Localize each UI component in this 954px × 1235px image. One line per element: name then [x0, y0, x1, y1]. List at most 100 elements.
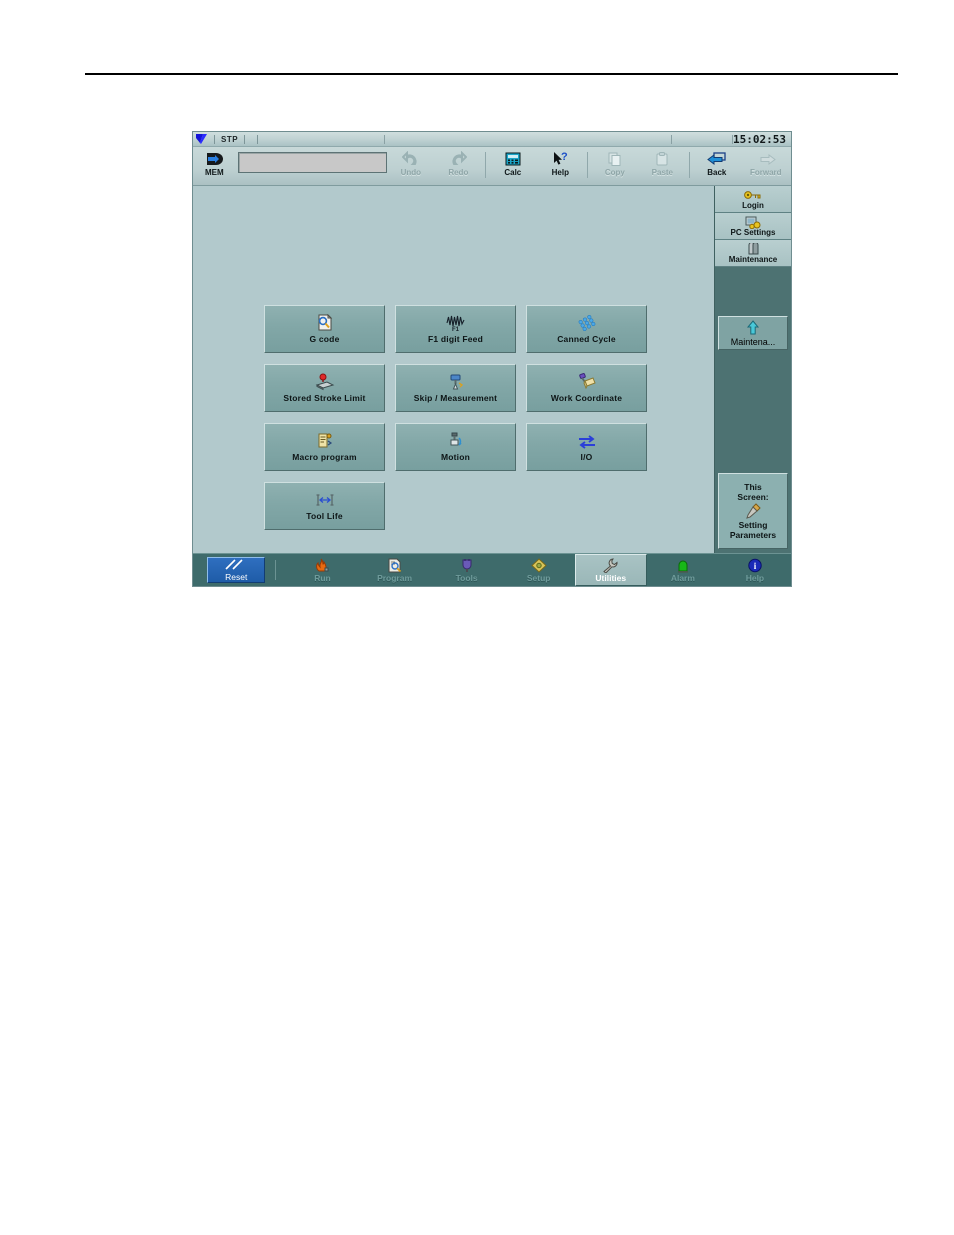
gcode-document-icon [316, 314, 334, 332]
toolbar: MEM Undo Redo Calc ? Help Copy Paste Bac… [193, 147, 791, 186]
toolbar-calc-button[interactable]: Calc [489, 148, 537, 182]
right-sidebar: Login PC Settings Maintenance Maintena..… [714, 186, 791, 553]
function-button-label: Tool Life [306, 511, 343, 521]
tab-help[interactable]: i Help [719, 554, 791, 586]
calculator-icon [504, 150, 522, 168]
work-coordinate-icon [576, 373, 598, 391]
sidebar-item-label: Maintenance [728, 254, 778, 264]
function-button-label: F1 digit Feed [427, 334, 484, 344]
tab-label: Utilities [595, 572, 627, 583]
function-button-motion[interactable]: Motion [395, 423, 516, 471]
function-button-tool-life[interactable]: Tool Life [264, 482, 385, 530]
sidebar-item-maintenance[interactable]: Maintenance [715, 240, 791, 267]
motion-icon [445, 432, 467, 450]
sidebar-spacer-top [715, 267, 791, 316]
io-arrows-icon [576, 432, 598, 450]
tab-label: Program [377, 572, 413, 583]
function-button-label: Work Coordinate [550, 393, 623, 403]
page-header-rule [85, 73, 898, 75]
function-button-label: Motion [440, 452, 471, 462]
tab-label: Tools [455, 572, 478, 583]
this-screen-panel: This Screen: Setting Parameters [718, 473, 788, 549]
toolbar-copy-button[interactable]: Copy [591, 148, 639, 182]
screwdriver-icon [745, 503, 761, 519]
status-divider-5 [671, 134, 673, 144]
sidebar-item-label: PC Settings [730, 227, 776, 237]
function-button-g-code[interactable]: G code [264, 305, 385, 353]
tab-alarm[interactable]: Alarm [647, 554, 719, 586]
copy-icon [606, 150, 624, 168]
sidebar-item-pc-settings[interactable]: PC Settings [715, 213, 791, 240]
help-pointer-icon: ? [551, 150, 569, 168]
undo-icon [401, 150, 420, 168]
toolbar-back-label: Back [707, 168, 727, 177]
status-bar: STP 15:02:53 [193, 132, 791, 147]
svg-text:?: ? [561, 151, 568, 163]
system-clock: 15:02:53 [733, 132, 786, 146]
toolbar-paste-button[interactable]: Paste [639, 148, 687, 182]
this-screen-value-line1: Setting [738, 520, 768, 530]
function-button-stored-stroke-limit[interactable]: Stored Stroke Limit [264, 364, 385, 412]
f1-waveform-icon: F1 [445, 314, 467, 332]
tab-utilities[interactable]: Utilities [574, 554, 647, 586]
bottom-tab-bar: Reset Run Program Tools Setup Utilities … [193, 553, 791, 586]
wrench-icon [602, 557, 619, 573]
function-button-work-coordinate[interactable]: Work Coordinate [526, 364, 647, 412]
function-button-label: I/O [580, 452, 593, 462]
checkmark-icon [196, 133, 208, 145]
status-divider-1 [214, 134, 215, 144]
redo-icon [449, 150, 468, 168]
back-arrow-icon [706, 150, 727, 168]
function-button-canned-cycle[interactable]: Canned Cycle [526, 305, 647, 353]
toolbar-forward-button[interactable]: Forward [741, 148, 791, 182]
sidebar-item-login[interactable]: Login [715, 186, 791, 213]
function-button-io[interactable]: I/O [526, 423, 647, 471]
sidebar-item-maintenance-sub[interactable]: Maintena... [718, 316, 788, 350]
cnc-control-screen: STP 15:02:53 MEM Undo Redo Calc ? Help C… [192, 131, 792, 587]
probe-measure-icon [446, 373, 466, 391]
function-button-label: Canned Cycle [557, 334, 616, 344]
mode-indicator-mem: MEM [193, 148, 236, 182]
function-button-f1-digit-feed[interactable]: F1 F1 digit Feed [395, 305, 516, 353]
tabbar-divider [275, 560, 277, 580]
toolbar-help-button[interactable]: ? Help [537, 148, 585, 182]
status-mode-text: STP [221, 134, 239, 144]
run-flame-icon [314, 558, 330, 573]
stroke-limit-icon [314, 373, 336, 391]
function-button-label: Stored Stroke Limit [283, 393, 366, 403]
help-info-icon: i [747, 558, 763, 573]
function-button-macro-program[interactable]: Macro program [264, 423, 385, 471]
toolbar-redo-label: Redo [448, 168, 469, 177]
tab-setup[interactable]: Setup [503, 554, 575, 586]
toolbar-back-button[interactable]: Back [693, 148, 741, 182]
tab-label: Alarm [670, 572, 695, 583]
sidebar-item-label: Maintena... [730, 336, 776, 347]
svg-text:F1: F1 [452, 327, 460, 332]
work-area: G code F1 F1 digit Feed Canned Cycle Sto… [193, 186, 714, 553]
tab-run[interactable]: Run [286, 554, 358, 586]
this-screen-value-line2: Parameters [729, 530, 777, 540]
setup-diamond-icon [530, 557, 547, 573]
alarm-lamp-icon [675, 558, 691, 573]
tool-life-icon [313, 491, 337, 509]
function-button-skip-measurement[interactable]: Skip / Measurement [395, 364, 516, 412]
tab-program[interactable]: Program [359, 554, 431, 586]
reset-button[interactable]: Reset [207, 557, 266, 583]
sidebar-spacer-mid [715, 350, 791, 473]
command-input[interactable] [237, 152, 388, 173]
toolbar-divider-3 [689, 152, 691, 178]
mode-label: MEM [205, 168, 224, 177]
tab-tools[interactable]: Tools [431, 554, 503, 586]
forward-arrow-icon [756, 150, 776, 168]
macro-program-icon [315, 432, 335, 450]
toolbar-undo-button[interactable]: Undo [387, 148, 435, 182]
memory-mode-icon [205, 150, 224, 168]
toolbar-redo-button[interactable]: Redo [435, 148, 483, 182]
function-button-label: Skip / Measurement [413, 393, 498, 403]
status-divider-2 [244, 134, 246, 144]
toolbar-copy-label: Copy [604, 168, 625, 177]
toolbar-help-label: Help [551, 168, 569, 177]
screen-body: G code F1 F1 digit Feed Canned Cycle Sto… [193, 186, 791, 553]
function-button-grid: G code F1 F1 digit Feed Canned Cycle Sto… [264, 305, 647, 530]
toolbar-divider-2 [587, 152, 589, 178]
